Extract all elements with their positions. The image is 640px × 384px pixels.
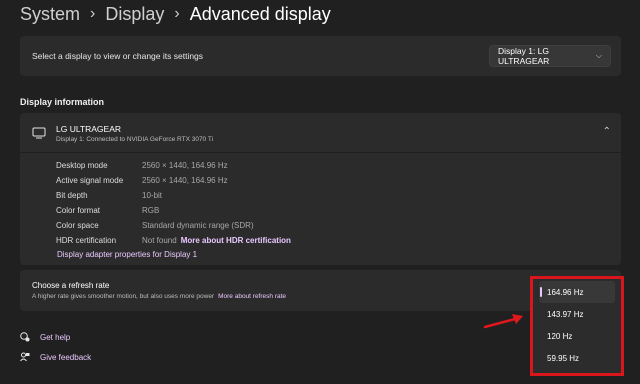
spec-value: RGB xyxy=(142,206,160,215)
monitor-icon xyxy=(32,127,46,139)
spec-label: Bit depth xyxy=(56,191,88,200)
spec-row: Color format RGB xyxy=(56,203,291,218)
hdr-certification-link[interactable]: More about HDR certification xyxy=(181,236,291,245)
monitor-name: LG ULTRAGEAR xyxy=(56,124,122,134)
page-title: Advanced display xyxy=(189,3,331,24)
refresh-option[interactable]: 59.95 Hz xyxy=(539,347,615,369)
refresh-rate-more-link[interactable]: More about refresh rate xyxy=(218,293,286,300)
spec-label: Color format xyxy=(56,206,101,215)
spec-label: Active signal mode xyxy=(56,176,124,185)
spec-value: 10-bit xyxy=(142,191,163,200)
spec-value: Standard dynamic range (SDR) xyxy=(142,221,254,230)
spec-value: 2560 × 1440, 164.96 Hz xyxy=(142,176,228,185)
refresh-option[interactable]: 164.96 Hz xyxy=(539,281,615,303)
display-info-header[interactable]: LG ULTRAGEAR Display 1: Connected to NVI… xyxy=(20,113,621,153)
spec-value: Not found xyxy=(142,236,177,245)
display-dropdown[interactable]: Display 1: LG ULTRAGEAR ⌵ xyxy=(489,45,611,67)
spec-label: Color space xyxy=(56,221,99,230)
display-info-heading: Display information xyxy=(20,97,105,107)
spec-label: HDR certification xyxy=(56,236,117,245)
refresh-option[interactable]: 143.97 Hz xyxy=(539,303,615,325)
get-help-label: Get help xyxy=(40,332,71,342)
monitor-connection: Display 1: Connected to NVIDIA GeForce R… xyxy=(56,136,214,143)
spec-value: 2560 × 1440, 164.96 Hz xyxy=(142,161,228,170)
chevron-right-icon: › xyxy=(90,5,96,22)
display-select-card: Select a display to view or change its s… xyxy=(20,36,621,76)
display-dropdown-value: Display 1: LG ULTRAGEAR xyxy=(498,46,550,66)
breadcrumb-system[interactable]: System xyxy=(20,4,80,25)
get-help-link[interactable]: Get help xyxy=(20,332,70,342)
feedback-icon xyxy=(20,352,30,362)
give-feedback-label: Give feedback xyxy=(40,352,92,362)
spec-row: HDR certification Not found More about H… xyxy=(56,233,291,248)
spec-row: Desktop mode 2560 × 1440, 164.96 Hz xyxy=(56,158,291,173)
refresh-rate-menu: 164.96 Hz 143.97 Hz 120 Hz 59.95 Hz xyxy=(530,276,624,376)
spec-table: Desktop mode 2560 × 1440, 164.96 Hz Acti… xyxy=(56,158,291,248)
refresh-option[interactable]: 120 Hz xyxy=(539,325,615,347)
chevron-down-icon: ⌵ xyxy=(595,51,602,60)
spec-row: Color space Standard dynamic range (SDR) xyxy=(56,218,291,233)
chevron-up-icon[interactable]: ⌃ xyxy=(603,126,611,137)
refresh-rate-description: A higher rate gives smoother motion, but… xyxy=(32,293,286,300)
help-icon xyxy=(20,332,30,342)
breadcrumb: System › Display › Advanced display xyxy=(20,2,331,26)
display-select-prompt: Select a display to view or change its s… xyxy=(32,51,204,61)
give-feedback-link[interactable]: Give feedback xyxy=(20,352,91,362)
breadcrumb-display[interactable]: Display xyxy=(105,4,164,25)
refresh-rate-title: Choose a refresh rate xyxy=(32,281,110,290)
spec-label: Desktop mode xyxy=(56,161,108,170)
chevron-right-icon: › xyxy=(174,5,180,22)
display-info-card: LG ULTRAGEAR Display 1: Connected to NVI… xyxy=(20,113,621,265)
refresh-rate-desc-text: A higher rate gives smoother motion, but… xyxy=(32,293,215,300)
spec-row: Active signal mode 2560 × 1440, 164.96 H… xyxy=(56,173,291,188)
spec-row: Bit depth 10-bit xyxy=(56,188,291,203)
annotation-arrow-icon xyxy=(483,314,523,329)
adapter-properties-link[interactable]: Display adapter properties for Display 1 xyxy=(57,250,197,259)
